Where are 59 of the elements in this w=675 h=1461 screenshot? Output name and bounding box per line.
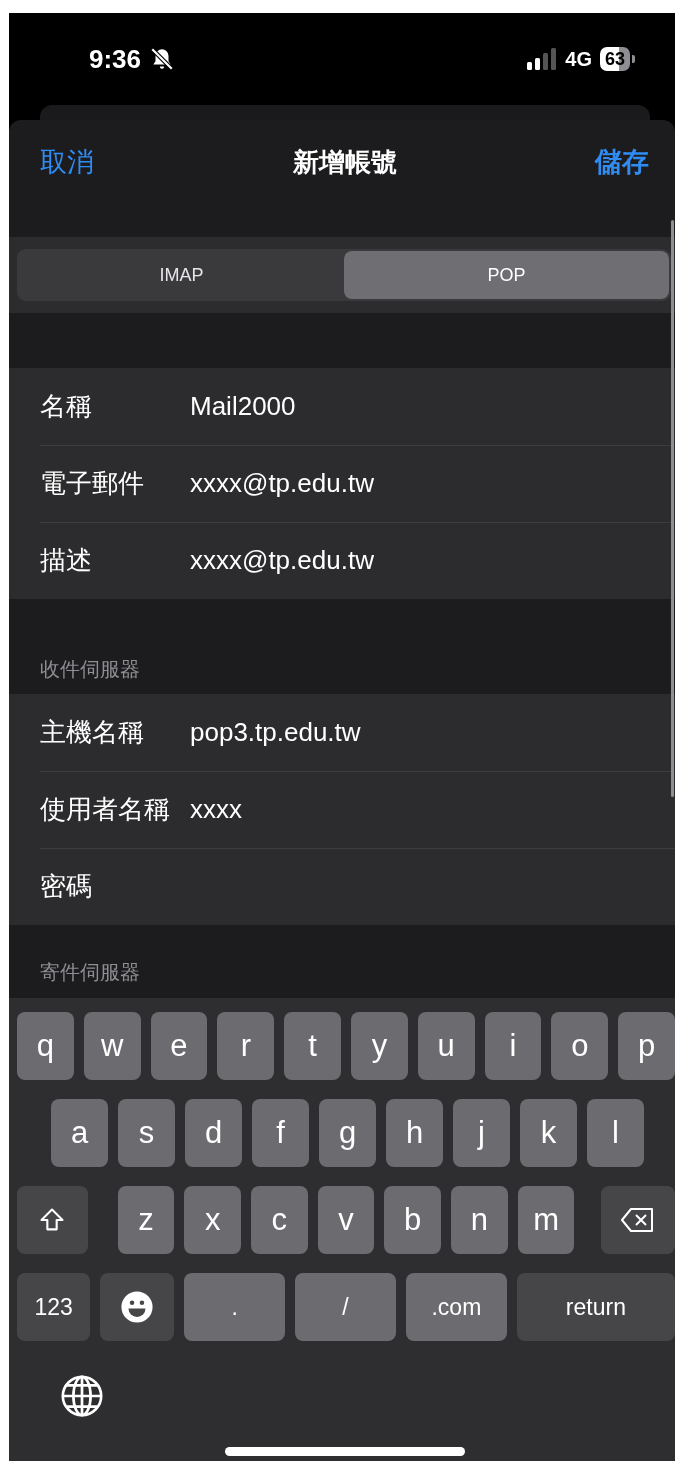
section-header: 收件伺服器 <box>40 657 140 682</box>
key[interactable]: b <box>384 1186 442 1254</box>
key[interactable]: u <box>417 1012 475 1080</box>
field-label: 電子郵件 <box>40 467 145 500</box>
key[interactable]: e <box>150 1012 208 1080</box>
key[interactable]: c <box>251 1186 308 1254</box>
key[interactable]: l <box>587 1099 644 1167</box>
key[interactable]: t <box>284 1012 341 1080</box>
key[interactable]: f <box>252 1099 309 1167</box>
key[interactable]: v <box>317 1186 375 1254</box>
save-button[interactable]: 儲存 <box>595 142 649 183</box>
emoji-key[interactable] <box>100 1273 175 1341</box>
key[interactable]: d <box>185 1099 242 1167</box>
field-label: 密碼 <box>40 870 93 903</box>
delete-icon <box>621 1207 656 1233</box>
key[interactable]: .com <box>406 1273 507 1341</box>
key[interactable]: k <box>520 1099 577 1167</box>
sheet-title: 新增帳號 <box>292 146 397 179</box>
key[interactable]: x <box>184 1186 241 1254</box>
key[interactable]: g <box>319 1099 376 1167</box>
field-value[interactable]: xxxx@tp.edu.tw <box>190 464 374 503</box>
signal-icon <box>527 48 558 70</box>
field-value[interactable]: Mail2000 <box>190 387 296 426</box>
network-type: 4G <box>565 47 592 72</box>
key[interactable]: y <box>351 1012 408 1080</box>
key[interactable]: a <box>51 1099 108 1167</box>
cancel-button[interactable]: 取消 <box>40 142 94 183</box>
smiley-icon <box>120 1290 155 1324</box>
field-value[interactable]: pop3.tp.edu.tw <box>190 713 361 752</box>
key[interactable]: n <box>451 1186 508 1254</box>
key[interactable]: s <box>118 1099 175 1167</box>
shift-key[interactable] <box>17 1186 88 1254</box>
status-time: 9:36 <box>89 42 142 76</box>
key[interactable]: return <box>516 1273 675 1341</box>
key[interactable]: w <box>83 1012 141 1080</box>
segment-tab[interactable]: POP <box>344 251 669 299</box>
field-value[interactable]: xxxx <box>190 790 242 829</box>
key[interactable]: h <box>386 1099 443 1167</box>
field-label: 名稱 <box>40 390 93 423</box>
field-label: 主機名稱 <box>40 716 145 749</box>
field-label: 使用者名稱 <box>40 793 171 826</box>
key[interactable]: / <box>295 1273 396 1341</box>
key[interactable]: j <box>453 1099 510 1167</box>
key[interactable]: z <box>117 1186 175 1254</box>
key[interactable]: i <box>484 1012 542 1080</box>
section-header: 寄件伺服器 <box>40 960 140 985</box>
delete-key[interactable] <box>601 1186 675 1254</box>
key[interactable]: . <box>184 1273 286 1341</box>
key[interactable]: m <box>517 1186 575 1254</box>
key[interactable]: q <box>17 1012 74 1080</box>
battery-icon: 63 <box>599 47 630 71</box>
segment-tab[interactable]: IMAP <box>19 251 344 299</box>
globe-icon[interactable] <box>59 1373 105 1419</box>
key[interactable]: o <box>551 1012 609 1080</box>
key[interactable]: p <box>618 1012 675 1080</box>
field-value[interactable]: xxxx@tp.edu.tw <box>190 541 374 580</box>
key[interactable]: r <box>217 1012 275 1080</box>
field-label: 描述 <box>40 544 93 577</box>
key[interactable]: 123 <box>17 1273 91 1341</box>
